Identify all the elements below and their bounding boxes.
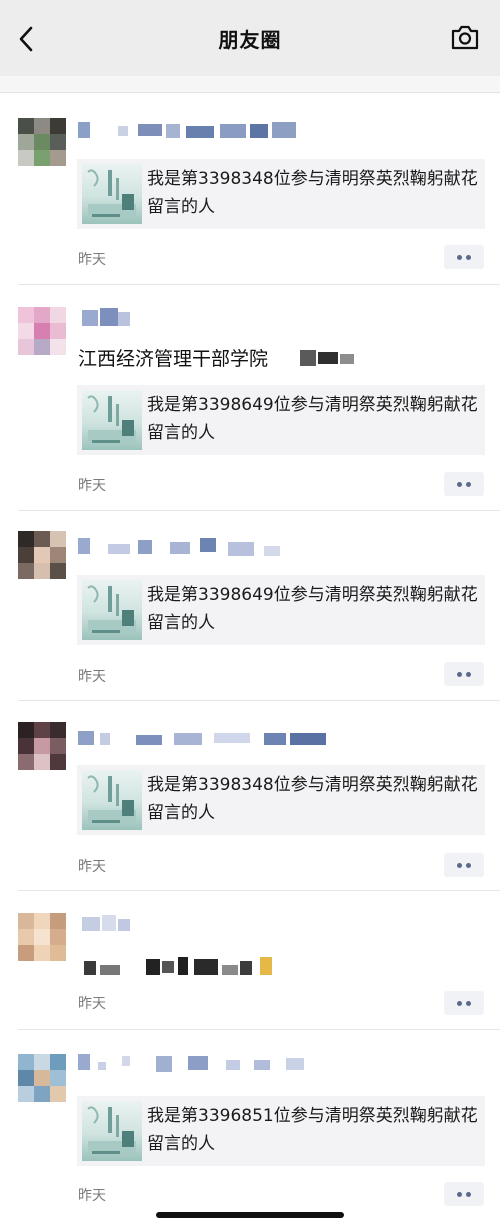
more-actions-button[interactable] [444,991,484,1015]
blurred-username[interactable] [78,727,328,749]
divider [0,92,500,93]
dot-icon [466,255,471,260]
more-actions-button[interactable] [444,472,484,496]
shared-link-card[interactable]: 我是第3398649位参与清明祭英烈鞠躬献花留言的人 [77,385,485,455]
blurred-username[interactable] [78,913,138,935]
camera-icon[interactable] [450,23,480,51]
avatar[interactable] [18,913,66,961]
avatar[interactable] [18,307,66,355]
link-thumbnail [82,164,142,224]
dot-icon [466,1192,471,1197]
more-actions-button[interactable] [444,1182,484,1206]
divider [18,1029,500,1030]
more-actions-button[interactable] [444,853,484,877]
link-title: 我是第3398348位参与清明祭英烈鞠躬献花留言的人 [147,169,478,217]
divider [18,890,500,891]
post-time: 昨天 [78,478,106,494]
avatar[interactable] [18,1054,66,1102]
blurred-username[interactable] [78,120,308,142]
link-thumbnail [82,1101,142,1161]
link-title: 我是第3398649位参与清明祭英烈鞠躬献花留言的人 [147,395,478,443]
shared-link-card[interactable]: 我是第3396851位参与清明祭英烈鞠躬献花留言的人 [77,1096,485,1166]
link-thumbnail [82,580,142,640]
post-time: 昨天 [78,1188,106,1204]
avatar[interactable] [18,722,66,770]
blurred-text [300,348,360,370]
shared-link-card[interactable]: 我是第3398348位参与清明祭英烈鞠躬献花留言的人 [77,765,485,835]
divider [18,700,500,701]
dot-icon [457,863,462,868]
page-title: 朋友圈 [218,28,282,52]
avatar[interactable] [18,118,66,166]
dot-icon [466,863,471,868]
link-title: 我是第3396851位参与清明祭英烈鞠躬献花留言的人 [147,1106,478,1154]
dot-icon [457,1001,462,1006]
dot-icon [457,1192,462,1197]
dot-icon [457,255,462,260]
post-time: 昨天 [78,252,106,268]
avatar[interactable] [18,531,66,579]
blurred-username[interactable] [78,1052,318,1074]
link-thumbnail [82,390,142,450]
post-text: 江西经济管理干部学院 [78,348,269,370]
more-actions-button[interactable] [444,662,484,686]
more-actions-button[interactable] [444,245,484,269]
top-nav-bar: 朋友圈 [0,0,500,76]
post-time: 昨天 [78,669,106,685]
shared-link-card[interactable]: 我是第3398649位参与清明祭英烈鞠躬献花留言的人 [77,575,485,645]
blurred-username[interactable] [78,536,288,558]
dot-icon [466,672,471,677]
nav-gap [0,76,500,92]
blurred-text [78,955,288,977]
post-time: 昨天 [78,859,106,875]
dot-icon [457,672,462,677]
dot-icon [457,482,462,487]
dot-icon [466,482,471,487]
divider [18,510,500,511]
post-time: 昨天 [78,996,106,1012]
shared-link-card[interactable]: 我是第3398348位参与清明祭英烈鞠躬献花留言的人 [77,159,485,229]
link-title: 我是第3398348位参与清明祭英烈鞠躬献花留言的人 [147,775,478,823]
home-indicator[interactable] [156,1212,344,1218]
blurred-username[interactable] [78,308,138,330]
link-title: 我是第3398649位参与清明祭英烈鞠躬献花留言的人 [147,585,478,633]
divider [18,284,500,285]
dot-icon [466,1001,471,1006]
link-thumbnail [82,770,142,830]
